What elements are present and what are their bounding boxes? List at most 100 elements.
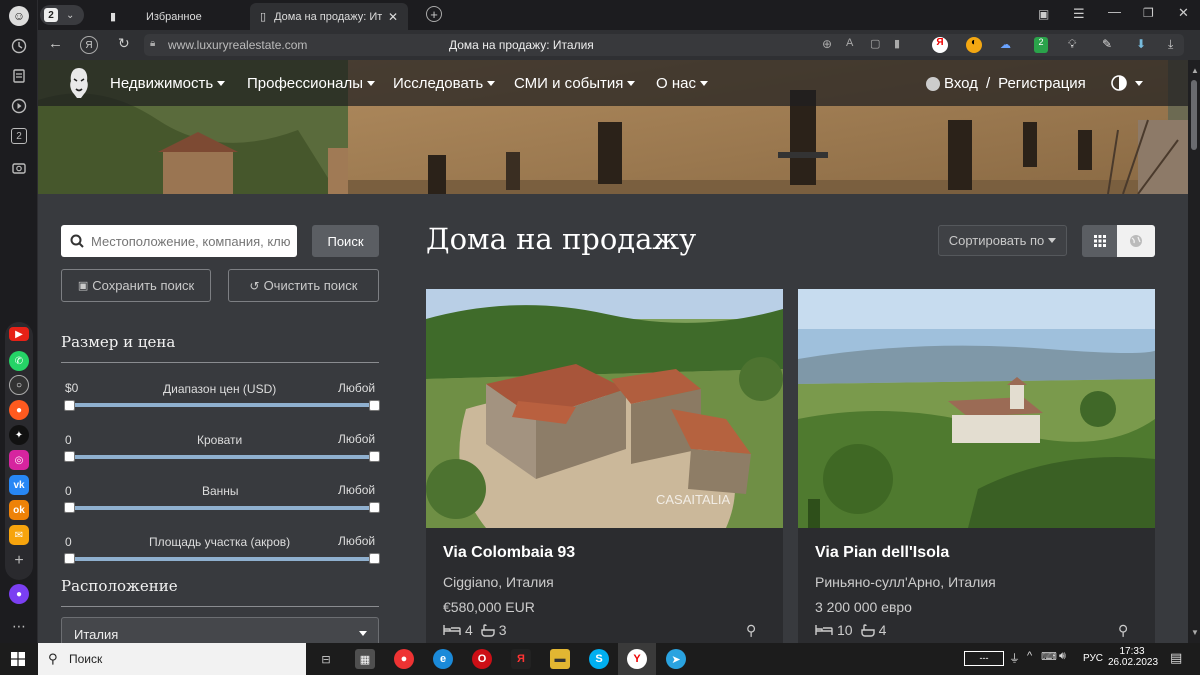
new-tab-button[interactable]: + [426, 6, 442, 22]
lot-min-handle[interactable] [64, 553, 75, 564]
profile-avatar[interactable]: ☺ [9, 6, 29, 26]
cloud-ext-icon[interactable]: ☁ [1000, 38, 1011, 51]
search-input[interactable] [91, 225, 295, 257]
nav-properties[interactable]: Недвижимость [110, 75, 226, 92]
nav-explore[interactable]: Исследовать [393, 75, 496, 92]
search-button[interactable]: Поиск [312, 225, 379, 257]
price-max-handle[interactable] [369, 400, 380, 411]
bulb-ext-icon[interactable]: 💡︎ [1068, 37, 1076, 52]
mail-icon[interactable]: ✉ [9, 525, 29, 545]
yandex-browser-icon[interactable]: Я [511, 649, 531, 669]
alice-icon[interactable]: ● [9, 584, 29, 604]
location-select[interactable]: Италия [61, 617, 379, 643]
map-pin-icon[interactable]: ⚲ [1118, 622, 1128, 639]
minimize-button[interactable]: — [1108, 4, 1121, 19]
windows-start-icon[interactable] [11, 652, 25, 671]
apps-icon[interactable]: ○ [9, 375, 29, 395]
clock[interactable]: 17:33 26.02.2023 [1108, 646, 1158, 668]
yandex-app-icon[interactable]: Y [627, 649, 647, 669]
bookmark-icon[interactable]: ▮ [894, 37, 900, 50]
sort-dropdown[interactable]: Сортировать по [938, 225, 1067, 256]
scroll-down-icon[interactable]: ▼ [1191, 628, 1199, 637]
clear-search-button[interactable]: ↺ Очистить поиск [228, 269, 379, 302]
price-range-track[interactable] [69, 403, 375, 407]
skype-icon[interactable]: S [589, 649, 609, 669]
youtube-icon[interactable]: ▶ [9, 327, 29, 341]
theme-toggle[interactable] [1111, 75, 1143, 91]
notifications-icon[interactable]: ▤ [1170, 650, 1182, 666]
whatsapp-icon[interactable]: ✆ [9, 351, 29, 371]
save-search-button[interactable]: ▣ Сохранить поиск [61, 269, 211, 302]
download-ext-icon[interactable]: ⬇ [1136, 37, 1146, 51]
baths-range-track[interactable] [69, 506, 375, 510]
language-indicator[interactable]: РУС [1083, 653, 1103, 664]
beds-max-handle[interactable] [369, 451, 380, 462]
listing-title[interactable]: Via Colombaia 93 [443, 544, 575, 562]
tray-chevron-icon[interactable]: ^ [1027, 650, 1032, 662]
taskbar-search[interactable]: ⚲ Поиск [38, 643, 306, 675]
shield-ext-icon[interactable]: 2 [1034, 37, 1048, 53]
close-window-button[interactable]: ✕ [1178, 5, 1189, 21]
volume-icon[interactable]: 🔊︎ [1059, 650, 1066, 663]
listing-photo[interactable] [798, 289, 1155, 528]
beds-min-handle[interactable] [64, 451, 75, 462]
task-view-icon[interactable]: ⊟ [316, 649, 336, 669]
listing-title[interactable]: Via Pian dell'Isola [815, 544, 949, 562]
reload-button[interactable]: ↻ [118, 35, 130, 52]
address-field[interactable]: 🔒︎ www.luxuryrealestate.com Дома на прод… [144, 34, 1184, 56]
more-icon[interactable]: ⋯ [9, 616, 29, 636]
translate-icon[interactable]: A [846, 37, 853, 49]
close-icon[interactable]: ✕ [388, 10, 398, 24]
listing-card[interactable]: Via Pian dell'Isola Риньяно-сулл'Арно, И… [798, 289, 1155, 643]
edge-icon[interactable]: e [433, 649, 453, 669]
history-icon[interactable] [9, 36, 29, 56]
nav-media-events[interactable]: СМИ и события [514, 75, 636, 92]
nav-about[interactable]: О нас [656, 75, 708, 92]
grid-view-button[interactable] [1082, 225, 1117, 257]
lot-max-handle[interactable] [369, 553, 380, 564]
site-logo[interactable] [68, 67, 90, 99]
scroll-up-icon[interactable]: ▲ [1191, 66, 1199, 75]
baths-min-handle[interactable] [64, 502, 75, 513]
yandex-ext-icon[interactable]: Я [932, 37, 948, 53]
lot-range-track[interactable] [69, 557, 375, 561]
telegram-icon[interactable]: ➤ [666, 649, 686, 669]
chrome-icon[interactable]: ● [394, 649, 414, 669]
odnoklassniki-icon[interactable]: ok [9, 500, 29, 520]
video-icon[interactable] [9, 96, 29, 116]
nav-professionals[interactable]: Профессионалы [247, 75, 376, 92]
yandex-button[interactable]: Я [80, 36, 98, 54]
price-min-handle[interactable] [64, 400, 75, 411]
beds-range-track[interactable] [69, 455, 375, 459]
baths-max-handle[interactable] [369, 502, 380, 513]
listing-photo[interactable]: CASAITALIA [426, 289, 783, 528]
vk-icon[interactable]: vk [9, 475, 29, 495]
back-button[interactable]: ← [48, 35, 63, 52]
music-icon[interactable]: ● [9, 400, 29, 420]
restore-button[interactable]: ❐ [1143, 6, 1154, 20]
map-pin-icon[interactable]: ⚲ [746, 622, 756, 639]
puzzle-ext-icon[interactable]: ✎ [1102, 37, 1112, 51]
map-view-button[interactable] [1117, 225, 1155, 257]
explorer-icon[interactable]: ▬ [550, 649, 570, 669]
ime-icon[interactable]: ⌨ [1041, 650, 1057, 663]
search-field[interactable] [61, 225, 297, 257]
battery-icon[interactable]: --- [964, 651, 1004, 666]
menu-icon[interactable]: ☰ [1073, 6, 1085, 22]
register-link[interactable]: Регистрация [998, 75, 1086, 92]
opera-icon[interactable]: O [472, 649, 492, 669]
store-icon[interactable]: ▦ [355, 649, 375, 669]
downloads-icon[interactable]: ⤓ [1168, 37, 1173, 52]
pinned-tab[interactable]: ▮ [100, 3, 126, 30]
instagram-icon[interactable]: ◎ [9, 450, 29, 470]
reader-icon[interactable]: ⊕ [822, 37, 832, 51]
tabs-group-button[interactable]: 2 ⌄ [40, 5, 84, 25]
zen-icon[interactable]: ✦ [9, 425, 29, 445]
scroll-thumb[interactable] [1191, 80, 1197, 150]
collections-icon[interactable] [9, 66, 29, 86]
tabs-counter-icon[interactable]: 2 [11, 128, 27, 144]
ext-orange-icon[interactable]: ◐ [966, 37, 982, 53]
screenshot-icon[interactable] [9, 158, 29, 178]
extensions-badge-icon[interactable]: ▢ [870, 37, 880, 50]
page-scrollbar[interactable]: ▲ ▼ [1188, 60, 1200, 643]
